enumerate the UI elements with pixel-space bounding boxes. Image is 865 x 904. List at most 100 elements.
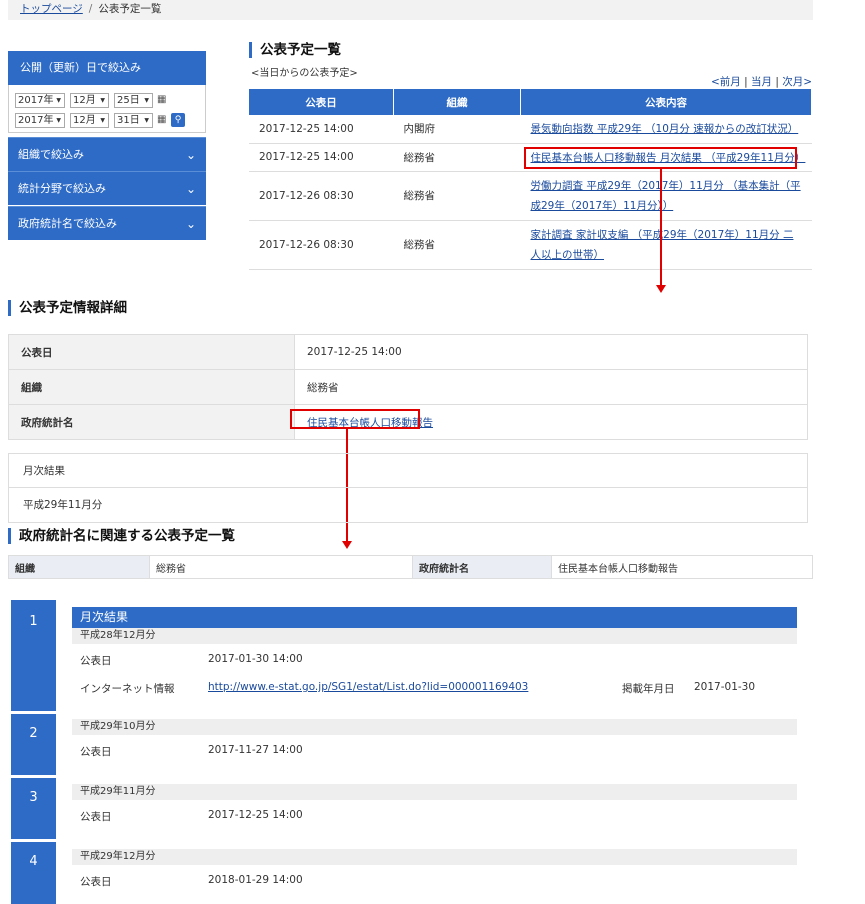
chevron-down-icon: ⌄ <box>185 217 196 231</box>
row-date: 2017-12-25 14:00 <box>249 143 394 172</box>
row-org: 総務省 <box>393 220 521 270</box>
date-label: 公表日 <box>80 811 112 823</box>
sidebar-item-org-filter[interactable]: 組織で絞込み ⌄ <box>8 137 206 171</box>
period-header: 平成28年12月分 <box>72 628 797 644</box>
date-value: 2017-01-30 14:00 <box>208 653 303 665</box>
date-label: 公表日 <box>80 746 112 758</box>
prev-month-link[interactable]: <前月 <box>711 76 741 88</box>
row-org: 総務省 <box>393 171 521 221</box>
detail-row: 公表日 2017-12-25 14:00 <box>8 334 808 370</box>
header-content: 公表内容 <box>520 89 812 115</box>
table-row: 2017-12-26 08:30 総務省 家計調査 家計収支編 （平成29年（2… <box>249 220 812 270</box>
calendar-icon[interactable]: ▦ <box>157 115 167 125</box>
related-stat-value: 住民基本台帳人口移動報告 <box>551 555 813 579</box>
related-stat-label: 政府統計名 <box>412 555 552 579</box>
row-date: 2017-12-25 14:00 <box>249 115 394 144</box>
to-day-value: 31日 <box>117 115 140 126</box>
period-header: 平成29年10月分 <box>72 719 797 735</box>
breadcrumb-current: 公表予定一覧 <box>98 3 162 15</box>
highlight-box <box>290 409 420 429</box>
chevron-down-icon: ⌄ <box>185 182 196 196</box>
date-value: 2017-11-27 14:00 <box>208 744 303 756</box>
detail-row: 組織 総務省 <box>8 369 808 405</box>
item-number-text: 3 <box>29 790 38 805</box>
sidebar-item-field-filter[interactable]: 統計分野で絞込み ⌄ <box>8 171 206 205</box>
group-title-bar: 月次結果 <box>72 607 797 628</box>
detail-label: 組織 <box>8 369 295 405</box>
calendar-icon[interactable]: ▦ <box>157 95 167 105</box>
internet-label: インターネット情報 <box>80 683 175 695</box>
schedule-subtitle: <当日からの公表予定> <box>251 68 358 79</box>
from-month-select[interactable]: 12月 ▼ <box>70 93 109 108</box>
related-title: 政府統計名に関連する公表予定一覧 <box>8 528 235 544</box>
chevron-down-icon: ▼ <box>100 97 105 104</box>
to-year-value: 2017年 <box>18 115 54 126</box>
table-header-row: 公表日 組織 公表内容 <box>249 89 812 115</box>
item-number: 1 <box>11 600 56 711</box>
period-header: 平成29年12月分 <box>72 849 797 865</box>
detail-label: 政府統計名 <box>8 404 295 440</box>
from-year-value: 2017年 <box>18 95 54 106</box>
breadcrumb: トップページ / 公表予定一覧 <box>8 0 813 20</box>
sidebar-item-label: 統計分野で絞込み <box>18 182 106 195</box>
sidebar-item-label: 組織で絞込み <box>18 148 84 161</box>
header-org: 組織 <box>393 89 521 115</box>
row-content-link[interactable]: 労働力調査 平成29年（2017年）11月分 （基本集計（平成29年（2017年… <box>531 180 801 212</box>
from-day-select[interactable]: 25日 ▼ <box>114 93 153 108</box>
schedule-table: 公表日 組織 公表内容 2017-12-25 14:00 内閣府 景気動向指数 … <box>249 89 812 270</box>
detail-title: 公表予定情報詳細 <box>8 300 127 316</box>
chevron-down-icon: ▼ <box>144 117 149 124</box>
table-row: 2017-12-25 14:00 内閣府 景気動向指数 平成29年 （10月分 … <box>249 115 812 144</box>
detail-value: 総務省 <box>294 369 808 405</box>
from-month-value: 12月 <box>73 95 96 106</box>
row-date: 2017-12-26 08:30 <box>249 220 394 270</box>
posted-value: 2017-01-30 <box>694 681 756 693</box>
detail-value: 2017-12-25 14:00 <box>294 334 808 370</box>
search-icon[interactable]: ⚲ <box>171 113 185 127</box>
schedule-title: 公表予定一覧 <box>249 42 341 58</box>
to-year-select[interactable]: 2017年 ▼ <box>15 113 65 128</box>
posted-label: 掲載年月日 <box>622 683 675 695</box>
item-number: 3 <box>11 778 56 839</box>
next-month-link[interactable]: 次月> <box>782 76 812 88</box>
header-date: 公表日 <box>249 89 394 115</box>
related-org-label: 組織 <box>8 555 150 579</box>
month-nav: <前月 | 当月 | 次月> <box>711 74 812 89</box>
from-year-select[interactable]: 2017年 ▼ <box>15 93 65 108</box>
detail-extra-2: 平成29年11月分 <box>8 488 808 523</box>
breadcrumb-separator: / <box>88 3 93 15</box>
internet-link[interactable]: http://www.e-stat.go.jp/SG1/estat/List.d… <box>208 681 528 693</box>
date-label: 公表日 <box>80 655 112 667</box>
arrow-down-icon <box>342 541 352 549</box>
related-org-value: 総務省 <box>149 555 413 579</box>
detail-label: 公表日 <box>8 334 295 370</box>
chevron-down-icon: ⌄ <box>185 148 196 162</box>
current-month-link[interactable]: 当月 <box>751 76 772 88</box>
item-number: 2 <box>11 714 56 775</box>
item-number: 4 <box>11 842 56 904</box>
breadcrumb-home-link[interactable]: トップページ <box>20 3 83 15</box>
row-org: 総務省 <box>393 143 521 172</box>
detail-extra-1: 月次結果 <box>8 453 808 488</box>
period-header: 平成29年11月分 <box>72 784 797 800</box>
chevron-down-icon: ▼ <box>144 97 149 104</box>
date-filter-panel: 2017年 ▼ 12月 ▼ 25日 ▼ ▦ 2017年 ▼ 12月 ▼ 31日 ▼ ▦ ⚲ <box>8 85 206 133</box>
row-org: 内閣府 <box>393 115 521 144</box>
date-label: 公表日 <box>80 876 112 888</box>
date-filter-header: 公開（更新）日で絞込み <box>8 51 206 85</box>
to-day-select[interactable]: 31日 ▼ <box>114 113 153 128</box>
chevron-down-icon: ▼ <box>56 97 61 104</box>
table-row: 2017-12-26 08:30 総務省 労働力調査 平成29年（2017年）1… <box>249 171 812 221</box>
item-number-text: 2 <box>29 726 38 741</box>
chevron-down-icon: ▼ <box>56 117 61 124</box>
annotation-arrow-line <box>660 169 662 285</box>
date-value: 2017-12-25 14:00 <box>208 809 303 821</box>
arrow-down-icon <box>656 285 666 293</box>
row-date: 2017-12-26 08:30 <box>249 171 394 221</box>
item-number-text: 1 <box>29 614 38 629</box>
item-number-text: 4 <box>29 854 38 869</box>
to-month-select[interactable]: 12月 ▼ <box>70 113 109 128</box>
from-day-value: 25日 <box>117 95 140 106</box>
sidebar-item-stat-filter[interactable]: 政府統計名で絞込み ⌄ <box>8 206 206 240</box>
row-content-link[interactable]: 景気動向指数 平成29年 （10月分 速報からの改訂状況） <box>531 123 799 135</box>
